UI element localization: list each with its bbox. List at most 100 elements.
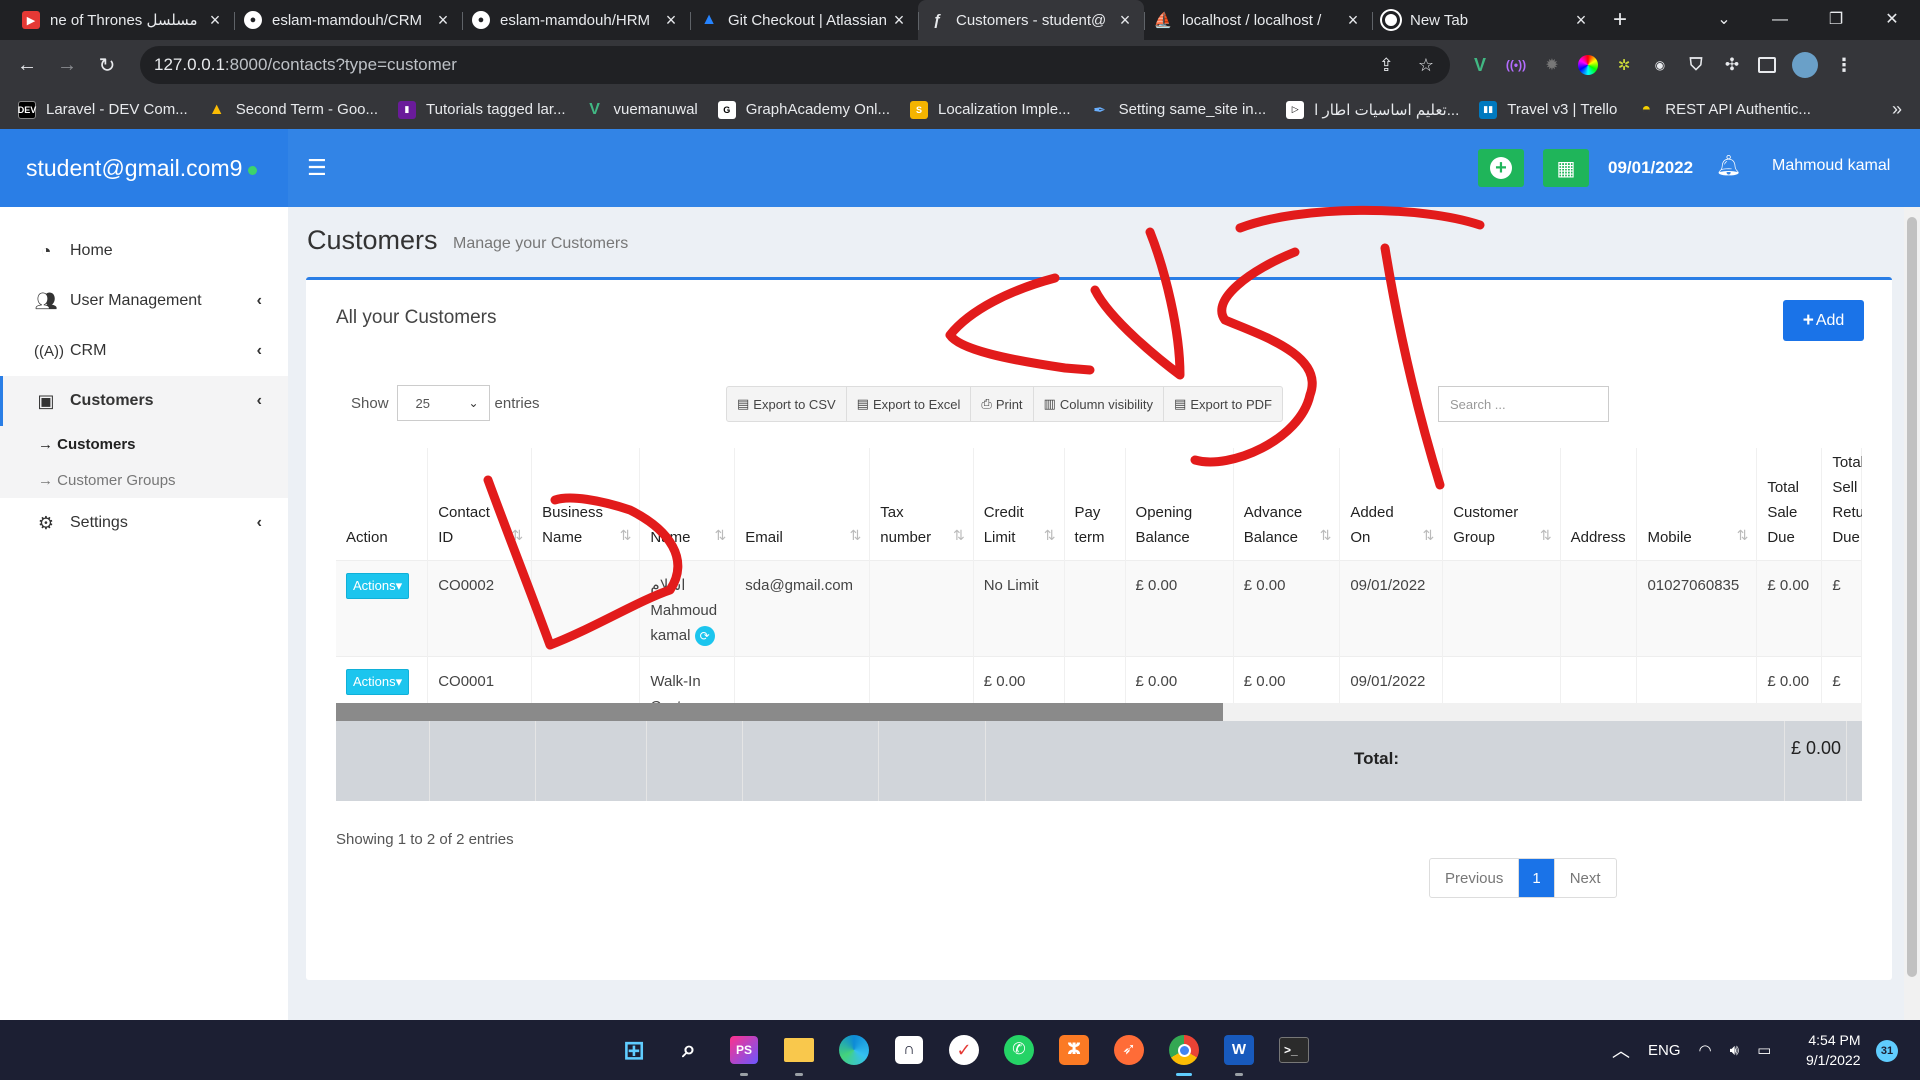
brand-logo[interactable]: student@gmail.com9 (0, 129, 288, 207)
column-header-email[interactable]: Email ⇅ (734, 448, 871, 560)
bookmark-1[interactable]: ▲ Second Term - Goo... (208, 101, 378, 119)
column-header-total-sell-return-due[interactable]: Total Sell Return Due (1821, 448, 1862, 560)
shield-icon[interactable]: ⛉ (1686, 55, 1706, 75)
tab-0[interactable]: ▶ ne of Thrones مسلسل × (12, 0, 234, 40)
print-button[interactable]: ⎙ Print (971, 387, 1034, 421)
side-panel-icon[interactable] (1758, 57, 1776, 73)
wifi-icon[interactable]: ◠ (1699, 1041, 1712, 1059)
bookmark-3[interactable]: Vvuemanuwal (586, 101, 698, 119)
bell-icon[interactable]: 🔔︎ (1716, 153, 1741, 178)
column-header-advance-balance[interactable]: Advance Balance ⇅ (1233, 448, 1341, 560)
spy-ext-icon[interactable]: ◉ (1650, 55, 1670, 75)
bookmark-5[interactable]: S Localization Imple... (910, 100, 1071, 119)
tab-search-icon[interactable]: ⌄ (1696, 0, 1752, 40)
search-icon[interactable]: ⌕ (667, 1028, 711, 1072)
page-length-select[interactable]: 25 ⌄ (396, 385, 490, 421)
bookmark-4[interactable]: G GraphAcademy Onl... (717, 100, 890, 119)
sidebar-item-home[interactable]: ◔ Home (0, 226, 288, 276)
vertical-scrollbar[interactable] (1904, 207, 1920, 1020)
column-header-credit-limit[interactable]: Credit Limit ⇅ (973, 448, 1065, 560)
tab-3[interactable]: ▲ Git Checkout | Atlassian × (690, 0, 918, 40)
column-header-customer-group[interactable]: Customer Group ⇅ (1442, 448, 1561, 560)
edge-icon[interactable] (832, 1028, 876, 1072)
column-header-tax-number[interactable]: Tax number ⇅ (869, 448, 974, 560)
notification-badge[interactable]: 31 (1876, 1040, 1898, 1062)
column-header-business-name[interactable]: Business Name ⇅ (531, 448, 641, 560)
submenu-customers[interactable]: → Customers (0, 426, 288, 462)
bookmark-7[interactable]: ▷ تعليم اساسيات اطار ا... (1286, 100, 1459, 119)
actions-dropdown-button[interactable]: Actions▾ (346, 572, 410, 599)
user-menu[interactable]: Mahmoud kamal (1772, 157, 1890, 175)
search-input[interactable]: Search ... (1438, 386, 1609, 422)
close-icon[interactable]: × (890, 10, 908, 31)
column-visibility-button[interactable]: ▥ Column visibility (1034, 387, 1165, 421)
new-tab-button[interactable]: + (1600, 0, 1640, 40)
export-excel-button[interactable]: ▤ Export to Excel (847, 387, 972, 421)
vue-devtools-icon[interactable]: V (1470, 55, 1490, 75)
word-icon[interactable]: W (1217, 1028, 1261, 1076)
sidebar-item-crm[interactable]: ((A)) CRM ‹ (0, 326, 288, 376)
sidebar-item-user-management[interactable]: 👥︎ User Management ‹ (0, 276, 288, 326)
close-icon[interactable]: × (434, 10, 452, 31)
tab-2[interactable]: ● eslam-mamdouh/HRM × (462, 0, 690, 40)
color-picker-icon[interactable] (1578, 55, 1598, 75)
language-indicator[interactable]: ENG (1648, 1042, 1681, 1059)
close-icon[interactable]: × (206, 10, 224, 31)
close-icon[interactable]: × (1572, 10, 1590, 31)
column-header-contact-id[interactable]: Contact ID ⇅ (427, 448, 533, 560)
scrollbar-thumb[interactable] (336, 703, 1223, 721)
reload-icon[interactable]: ↻ (87, 53, 127, 78)
bookmark-2[interactable]: ▮ Tutorials tagged lar... (398, 100, 566, 119)
back-icon[interactable]: ← (7, 54, 47, 77)
bookmark-0[interactable]: DEV Laravel - DEV Com... (18, 100, 188, 119)
previous-page-button[interactable]: Previous (1430, 859, 1520, 897)
column-header-address[interactable]: Address (1560, 448, 1638, 560)
column-header-mobile[interactable]: Mobile ⇅ (1636, 448, 1758, 560)
calculator-button[interactable]: ▦ (1543, 149, 1589, 187)
battery-icon[interactable]: ▭ (1757, 1041, 1771, 1059)
cog-ext-icon[interactable]: ✹ (1542, 55, 1562, 75)
column-header-added-on[interactable]: Added On ⇅ (1339, 448, 1444, 560)
phpstorm-icon[interactable]: PS (722, 1028, 766, 1076)
submenu-customer-groups[interactable]: → Customer Groups (0, 462, 288, 498)
tab-5[interactable]: ⛵ localhost / localhost / × (1144, 0, 1372, 40)
star-icon[interactable]: ☆ (1418, 55, 1434, 76)
tab-6[interactable]: New Tab × (1372, 0, 1600, 40)
share-icon[interactable]: ⇪ (1379, 55, 1394, 76)
maximize-icon[interactable]: ❐ (1808, 0, 1864, 40)
sidebar-item-settings[interactable]: ⚙ Settings ‹ (0, 498, 288, 548)
scrollbar-thumb[interactable] (1907, 217, 1917, 977)
address-bar[interactable]: i 127.0.0.1:8000/contacts?type=customer … (140, 46, 1450, 615)
close-window-icon[interactable]: ✕ (1864, 0, 1920, 40)
bookmark-6[interactable]: ✒ Setting same_site in... (1091, 101, 1266, 119)
sidebar-item-customers[interactable]: ▣ Customers ‹ (0, 376, 288, 426)
forward-icon[interactable]: → (47, 54, 87, 77)
chevron-up-icon[interactable]: ︿ (1612, 1037, 1630, 1063)
bookmark-8[interactable]: ▮▮ Travel v3 | Trello (1479, 100, 1617, 119)
bug-ext-icon[interactable]: ✲ (1614, 55, 1634, 75)
volume-icon[interactable]: 🔊︎ (1730, 1042, 1739, 1059)
terminal-icon[interactable]: >_ (1272, 1028, 1316, 1072)
export-pdf-button[interactable]: ▤ Export to PDF (1164, 387, 1282, 421)
bookmark-9[interactable]: ◓ REST API Authentic... (1637, 101, 1810, 119)
column-header-opening-balance[interactable]: Opening Balance (1125, 448, 1234, 560)
column-header-name[interactable]: Name ⇅ (639, 448, 736, 560)
start-icon[interactable]: ⊞ (612, 1028, 656, 1072)
chrome-taskbar-icon[interactable] (1162, 1028, 1206, 1076)
close-icon[interactable]: × (1116, 10, 1134, 31)
ticktick-icon[interactable]: ✓ (942, 1028, 986, 1072)
column-header-pay-term[interactable]: Pay term (1064, 448, 1126, 560)
close-icon[interactable]: × (1344, 10, 1362, 31)
profile-avatar[interactable] (1792, 52, 1818, 78)
whatsapp-icon[interactable]: ✆ (997, 1028, 1041, 1072)
puzzle-icon[interactable]: ✣ (1722, 55, 1742, 75)
actions-dropdown-button[interactable]: Actions▾ (346, 668, 410, 695)
hamburger-icon[interactable]: ☰ (307, 155, 327, 181)
tab-1[interactable]: ● eslam-mamdouh/CRM × (234, 0, 462, 40)
column-header-total-sale-due[interactable]: Total Sale Due (1756, 448, 1823, 560)
postgres-tool-icon[interactable]: ∩ (887, 1028, 931, 1072)
menu-icon[interactable]: ⋮ (1834, 55, 1854, 75)
horizontal-scrollbar[interactable] (336, 703, 1862, 721)
file-explorer-icon[interactable] (777, 1028, 821, 1076)
add-sale-button[interactable]: + (1478, 149, 1524, 187)
